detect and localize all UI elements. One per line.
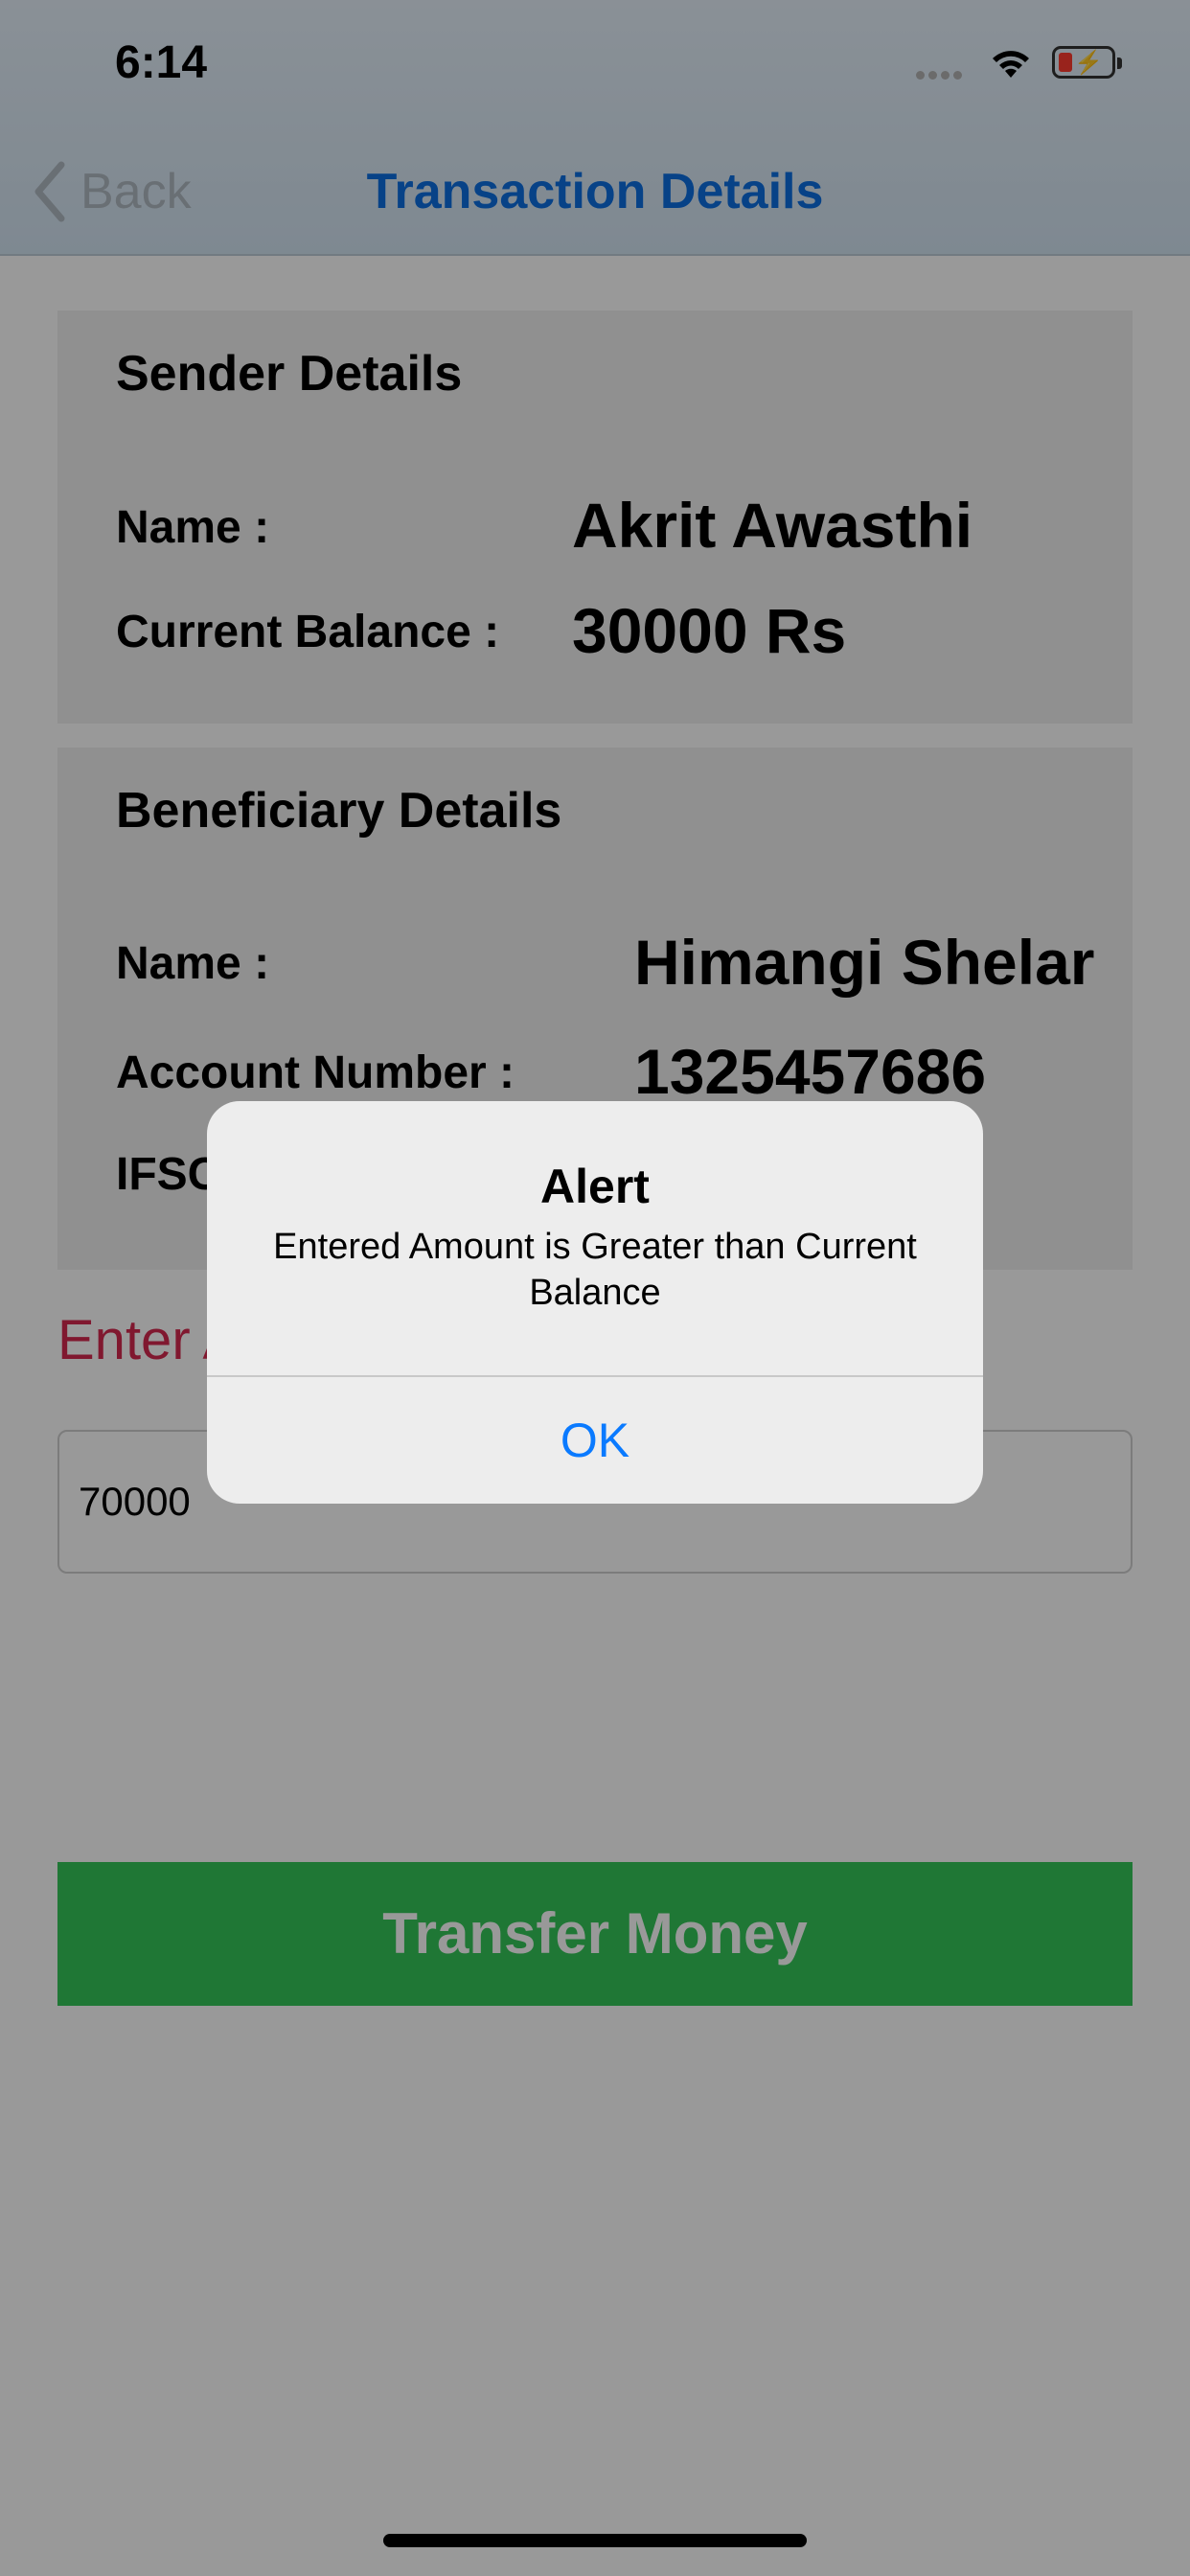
alert-dialog: Alert Entered Amount is Greater than Cur… (207, 1101, 983, 1504)
alert-message: Entered Amount is Greater than Current B… (273, 1227, 917, 1313)
alert-ok-button[interactable]: OK (207, 1377, 983, 1504)
alert-title: Alert (540, 1160, 650, 1213)
